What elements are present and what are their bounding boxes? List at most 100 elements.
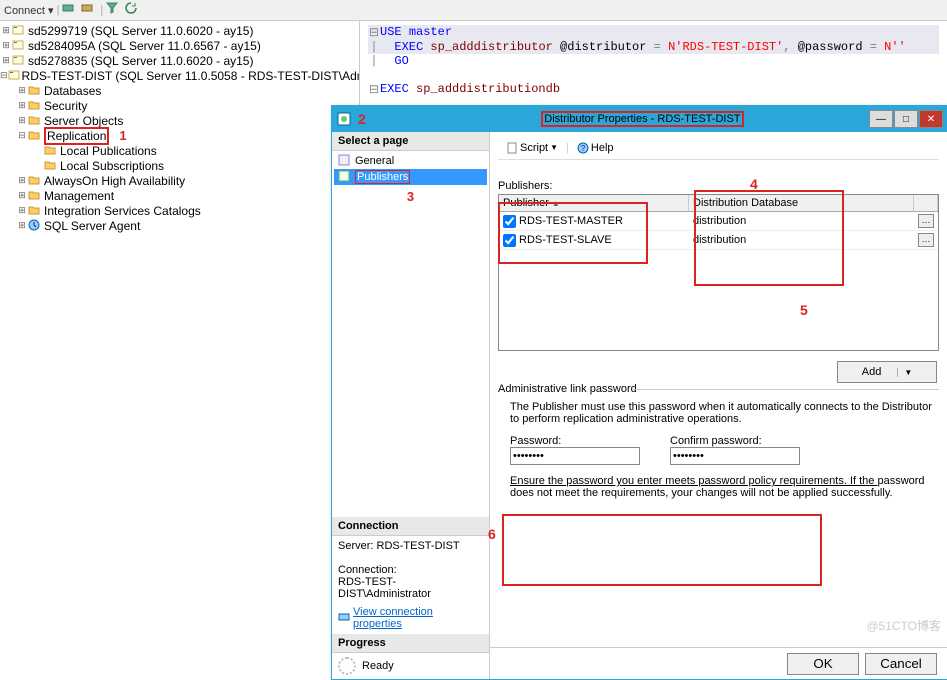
tree-node[interactable]: ⊞ SQL Server Agent bbox=[0, 218, 359, 233]
add-button[interactable]: Add▼ bbox=[837, 361, 937, 383]
close-button[interactable]: ✕ bbox=[919, 110, 943, 128]
tree-node[interactable]: ⊟ RDS-TEST-DIST (SQL Server 11.0.5058 - R… bbox=[0, 68, 359, 83]
progress-header: Progress bbox=[332, 634, 489, 653]
folder-icon bbox=[28, 129, 42, 143]
publisher-checkbox[interactable] bbox=[503, 215, 516, 228]
annotation-6: 6 bbox=[488, 526, 496, 542]
folder-icon bbox=[28, 99, 42, 113]
help-button[interactable]: ?Help bbox=[573, 141, 618, 155]
ellipsis-button[interactable]: … bbox=[918, 233, 934, 247]
tree-label: Integration Services Catalogs bbox=[44, 204, 201, 218]
dialog-titlebar[interactable]: 2 Distributor Properties - RDS-TEST-DIST… bbox=[332, 106, 947, 132]
server-icon bbox=[12, 39, 26, 53]
folder-icon bbox=[28, 204, 42, 218]
maximize-button[interactable]: □ bbox=[894, 110, 918, 128]
expand-icon[interactable]: ⊟ bbox=[16, 130, 28, 141]
connect-icon[interactable] bbox=[62, 2, 78, 18]
minimize-button[interactable]: — bbox=[869, 110, 893, 128]
dialog-title: Distributor Properties - RDS-TEST-DIST bbox=[541, 111, 743, 127]
expand-icon[interactable]: ⊞ bbox=[0, 55, 12, 66]
expand-icon[interactable]: ⊞ bbox=[16, 205, 28, 216]
tree-label: Local Subscriptions bbox=[60, 159, 164, 173]
publisher-row[interactable]: RDS-TEST-MASTERdistribution… bbox=[499, 212, 938, 231]
tree-label: RDS-TEST-DIST (SQL Server 11.0.5058 - RD… bbox=[22, 69, 360, 83]
publisher-row[interactable]: RDS-TEST-SLAVEdistribution… bbox=[499, 231, 938, 250]
view-connection-properties-link[interactable]: View connection properties bbox=[353, 606, 483, 630]
tree-label: sd5299719 (SQL Server 11.0.6020 - ay15) bbox=[28, 24, 253, 38]
confirm-password-input[interactable] bbox=[670, 447, 800, 465]
publisher-checkbox[interactable] bbox=[503, 234, 516, 247]
connection-props-icon bbox=[338, 611, 350, 626]
tree-node[interactable]: Local Subscriptions bbox=[0, 158, 359, 173]
tree-label: Management bbox=[44, 189, 114, 203]
connect-menu[interactable]: Connect ▾ bbox=[4, 4, 54, 17]
expand-icon[interactable]: ⊞ bbox=[16, 100, 28, 111]
object-explorer-tree[interactable]: ⊞ sd5299719 (SQL Server 11.0.6020 - ay15)… bbox=[0, 21, 360, 664]
server-label: Server: RDS-TEST-DIST bbox=[338, 540, 483, 552]
progress-status: Ready bbox=[362, 660, 394, 672]
tree-node[interactable]: Local Publications bbox=[0, 143, 359, 158]
tree-label: Databases bbox=[44, 84, 101, 98]
filter-icon[interactable] bbox=[106, 2, 122, 18]
script-button[interactable]: Script ▼ bbox=[502, 141, 562, 155]
tree-node[interactable]: ⊞ sd5278835 (SQL Server 11.0.6020 - ay15) bbox=[0, 53, 359, 68]
expand-icon[interactable]: ⊞ bbox=[16, 220, 28, 231]
tree-node[interactable]: ⊞ Management bbox=[0, 188, 359, 203]
confirm-password-label: Confirm password: bbox=[670, 435, 800, 447]
select-page-header: Select a page bbox=[332, 132, 489, 151]
admin-link-description: The Publisher must use this password whe… bbox=[510, 401, 939, 425]
tree-node[interactable]: ⊞ Integration Services Catalogs bbox=[0, 203, 359, 218]
tree-label: Local Publications bbox=[60, 144, 157, 158]
tree-label: SQL Server Agent bbox=[44, 219, 140, 233]
admin-link-password-group: Administrative link password bbox=[498, 383, 939, 395]
tree-node[interactable]: ⊞ Databases bbox=[0, 83, 359, 98]
tree-node[interactable]: ⊞ AlwaysOn High Availability bbox=[0, 173, 359, 188]
server-icon bbox=[12, 24, 26, 38]
server-icon bbox=[12, 54, 26, 68]
tree-label: sd5284095A (SQL Server 11.0.6567 - ay15) bbox=[28, 39, 261, 53]
object-explorer-toolbar: Connect ▾ | | bbox=[0, 0, 947, 21]
dialog-icon bbox=[336, 111, 352, 127]
tree-label: AlwaysOn High Availability bbox=[44, 174, 185, 188]
disconnect-icon[interactable] bbox=[81, 2, 97, 18]
connection-label: Connection: bbox=[338, 564, 483, 576]
refresh-icon[interactable] bbox=[125, 2, 141, 18]
expand-icon[interactable]: ⊟ bbox=[0, 70, 8, 81]
password-label: Password: bbox=[510, 435, 640, 447]
publishers-label: Publishers: bbox=[498, 180, 939, 192]
folder-icon bbox=[44, 159, 58, 173]
tree-node[interactable]: ⊞ sd5284095A (SQL Server 11.0.6567 - ay15… bbox=[0, 38, 359, 53]
connection-value: RDS-TEST-DIST\Administrator bbox=[338, 576, 483, 600]
publishers-grid[interactable]: Publisher ▲ Distribution Database RDS-TE… bbox=[498, 194, 939, 351]
tree-label: Server Objects bbox=[44, 114, 123, 128]
agent-icon bbox=[28, 219, 42, 233]
ellipsis-button[interactable]: … bbox=[918, 214, 934, 228]
col-distribution-db[interactable]: Distribution Database bbox=[689, 195, 914, 211]
tree-label: Replication bbox=[44, 127, 109, 145]
folder-icon bbox=[44, 144, 58, 158]
page-publishers[interactable]: Publishers bbox=[334, 169, 487, 185]
tree-label: sd5278835 (SQL Server 11.0.6020 - ay15) bbox=[28, 54, 253, 68]
svg-text:?: ? bbox=[581, 144, 586, 153]
tree-node[interactable]: ⊞Security bbox=[0, 98, 359, 113]
folder-icon bbox=[28, 84, 42, 98]
server-icon bbox=[8, 69, 20, 83]
folder-icon bbox=[28, 114, 42, 128]
expand-icon[interactable]: ⊞ bbox=[16, 85, 28, 96]
expand-icon[interactable]: ⊞ bbox=[0, 25, 12, 36]
publisher-name: RDS-TEST-MASTER bbox=[519, 215, 623, 227]
expand-icon[interactable]: ⊞ bbox=[16, 175, 28, 186]
distributor-properties-dialog: 2 Distributor Properties - RDS-TEST-DIST… bbox=[331, 105, 947, 680]
tree-node[interactable]: ⊟Replication 1 bbox=[0, 128, 359, 143]
page-general[interactable]: General bbox=[334, 153, 487, 169]
folder-icon bbox=[28, 189, 42, 203]
password-input[interactable] bbox=[510, 447, 640, 465]
col-publisher[interactable]: Publisher ▲ bbox=[499, 195, 689, 211]
expand-icon[interactable]: ⊞ bbox=[16, 190, 28, 201]
expand-icon[interactable]: ⊞ bbox=[0, 40, 12, 51]
annotation-box-6 bbox=[502, 514, 822, 586]
sql-editor[interactable]: ⊟USE master | EXEC sp_adddistributor @di… bbox=[360, 21, 947, 101]
expand-icon[interactable]: ⊞ bbox=[16, 115, 28, 126]
annotation-3: 3 bbox=[407, 189, 414, 204]
tree-node[interactable]: ⊞ sd5299719 (SQL Server 11.0.6020 - ay15) bbox=[0, 23, 359, 38]
